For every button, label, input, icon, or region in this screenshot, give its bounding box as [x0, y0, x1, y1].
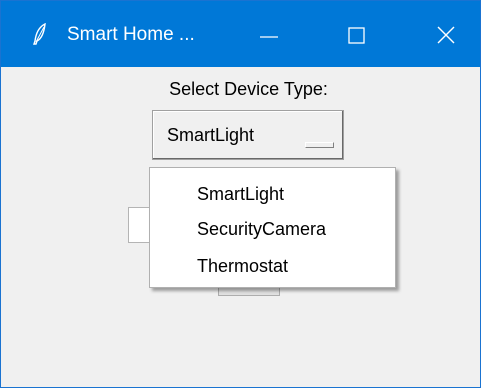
dropdown-item-smartlight[interactable]: SmartLight	[197, 183, 284, 205]
optionmenu-indicator-icon	[305, 142, 334, 148]
title-bar[interactable]: Smart Home ...	[1, 1, 480, 67]
maximize-button[interactable]	[324, 1, 388, 67]
window-title: Smart Home ...	[67, 24, 195, 45]
device-type-selected-value: SmartLight	[167, 125, 255, 145]
device-type-label: Select Device Type:	[169, 79, 328, 99]
minimize-button[interactable]	[237, 1, 301, 67]
dropdown-item-securitycamera[interactable]: SecurityCamera	[197, 218, 326, 240]
close-icon	[437, 26, 455, 44]
close-button[interactable]	[414, 1, 478, 67]
feather-icon	[31, 22, 49, 45]
minimize-icon	[260, 36, 278, 38]
dropdown-item-thermostat[interactable]: Thermostat	[197, 255, 288, 277]
maximize-icon	[348, 27, 365, 44]
device-type-dropdown-menu: SmartLight SecurityCamera Thermostat	[149, 167, 396, 288]
device-type-optionmenu[interactable]: SmartLight	[152, 110, 344, 160]
